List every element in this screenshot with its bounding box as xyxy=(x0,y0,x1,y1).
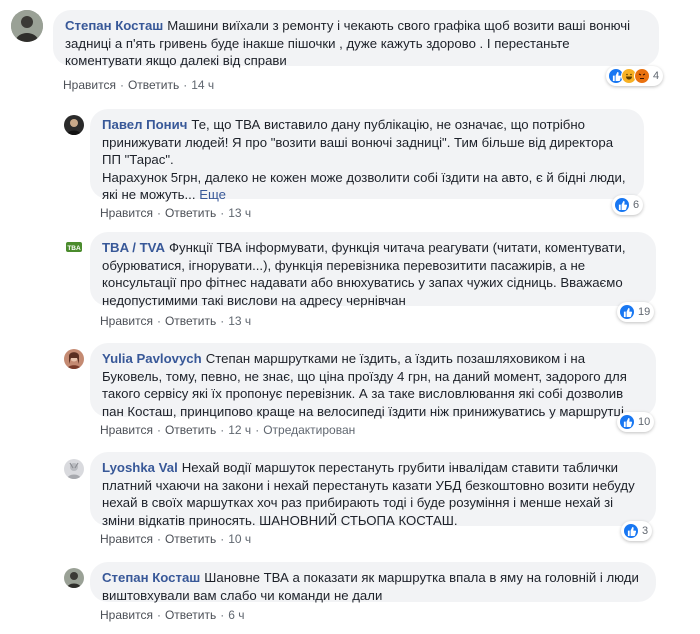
reactions-summary[interactable]: 6 xyxy=(612,195,644,215)
comment-text: Нехай водії маршуток перестануть грубити… xyxy=(102,460,635,528)
timestamp[interactable]: 6 ч xyxy=(228,608,244,622)
comment-bubble: TBA / TVA Функції ТВА інформувати, функці… xyxy=(90,232,656,308)
like-icon xyxy=(619,304,635,320)
timestamp[interactable]: 10 ч xyxy=(228,532,251,546)
like-button[interactable]: Нравится xyxy=(100,608,153,622)
comment-author[interactable]: Степан Косташ xyxy=(65,18,163,33)
reply-button[interactable]: Ответить xyxy=(165,423,216,437)
comment-text: Функції ТВА інформувати, функція читача … xyxy=(102,240,626,308)
like-button[interactable]: Нравится xyxy=(100,314,153,328)
comment-bubble: Степан Косташ Шановне ТВА а показати як м… xyxy=(90,562,656,603)
comment-bubble: Степан Косташ Машини виїхали з ремонту і … xyxy=(53,10,659,68)
avatar[interactable] xyxy=(11,10,43,42)
avatar[interactable] xyxy=(64,568,84,588)
timestamp[interactable]: 13 ч xyxy=(228,206,251,220)
reply-button[interactable]: Ответить xyxy=(165,608,216,622)
comment-actions: Нравится · Ответить · 13 ч xyxy=(100,314,252,328)
like-button[interactable]: Нравится xyxy=(100,532,153,546)
timestamp[interactable]: 12 ч xyxy=(228,423,251,437)
comment-actions: Нравится · Ответить · 10 ч xyxy=(100,532,252,546)
see-more-link[interactable]: Еще xyxy=(199,187,226,202)
edited-label[interactable]: Отредактирован xyxy=(263,423,355,437)
comment-actions: Нравится · Ответить · 6 ч xyxy=(100,608,245,622)
like-icon xyxy=(614,197,630,213)
comment-actions: Нравится · Ответить · 13 ч xyxy=(100,206,252,220)
comment-author[interactable]: Yulia Pavlovych xyxy=(102,351,202,366)
reply-button[interactable]: Ответить xyxy=(165,532,216,546)
comment-author[interactable]: Степан Косташ xyxy=(102,570,200,585)
reaction-count: 10 xyxy=(638,416,651,428)
angry-icon xyxy=(634,68,650,84)
avatar[interactable] xyxy=(64,115,84,135)
timestamp[interactable]: 14 ч xyxy=(191,78,214,92)
comment-author[interactable]: Lyoshka Val xyxy=(102,460,178,475)
reaction-count: 6 xyxy=(633,199,640,211)
tva-logo[interactable]: TBA xyxy=(64,237,84,257)
reactions-summary[interactable]: 19 xyxy=(617,302,655,322)
like-button[interactable]: Нравится xyxy=(63,78,116,92)
reactions-summary[interactable]: 10 xyxy=(617,412,655,432)
like-button[interactable]: Нравится xyxy=(100,206,153,220)
avatar[interactable] xyxy=(64,349,84,369)
reactions-summary[interactable]: 4 xyxy=(606,66,664,86)
comment-text-continued: Нарахунок 5грн, далеко не кожен може доз… xyxy=(102,169,626,203)
reply-button[interactable]: Ответить xyxy=(128,78,179,92)
reaction-count: 4 xyxy=(653,70,660,82)
comment-actions: Нравится · Ответить · 12 ч · Отредактирован xyxy=(100,423,356,437)
reactions-summary[interactable]: 3 xyxy=(621,521,653,541)
comment-actions: Нравится · Ответить · 14 ч xyxy=(63,78,215,92)
comment-author[interactable]: Павел Понич xyxy=(102,117,187,132)
reaction-count: 19 xyxy=(638,306,651,318)
timestamp[interactable]: 13 ч xyxy=(228,314,251,328)
reply-button[interactable]: Ответить xyxy=(165,314,216,328)
comment-bubble: Павел Понич Те, що ТВА виставило дану пуб… xyxy=(90,109,644,202)
like-icon xyxy=(623,523,639,539)
tva-logo-text: TBA xyxy=(67,245,81,252)
comment-author[interactable]: TBA / TVA xyxy=(102,240,165,255)
comment-bubble: Yulia Pavlovych Степан маршрутками не їзд… xyxy=(90,343,656,419)
like-icon xyxy=(619,414,635,430)
avatar[interactable] xyxy=(64,459,84,479)
like-button[interactable]: Нравится xyxy=(100,423,153,437)
reply-button[interactable]: Ответить xyxy=(165,206,216,220)
comment-bubble: Lyoshka Val Нехай водії маршуток перестан… xyxy=(90,452,656,528)
reaction-count: 3 xyxy=(642,525,649,537)
